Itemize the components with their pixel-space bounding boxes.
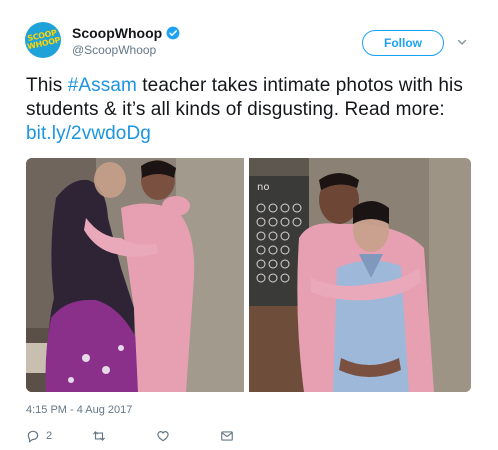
tweet-text-start: This [26,75,68,96]
photo-left-image [26,158,244,392]
chevron-down-icon[interactable] [456,36,468,48]
avatar[interactable]: SCOOP WHOOP [25,22,61,58]
tweet-text: This #Assam teacher takes intimate photo… [26,74,481,146]
avatar-logo-text: SCOOP WHOOP [26,28,61,52]
reply-icon [27,430,39,443]
display-name-text: ScoopWhoop [72,25,163,41]
direct-message-action[interactable] [220,429,234,443]
reply-count: 2 [46,430,53,442]
photo-right-image: no [249,158,471,392]
photo-right[interactable]: no [249,158,471,392]
heart-icon [157,431,169,442]
tweet-card: SCOOP WHOOP ScoopWhoop @ScoopWhoop Follo… [0,0,498,450]
tweet-timestamp[interactable]: 4:15 PM - 4 Aug 2017 [26,404,132,416]
chalkboard-text: no [257,182,269,193]
display-name[interactable]: ScoopWhoop [72,25,180,41]
reply-action[interactable]: 2 [26,429,52,443]
retweet-action[interactable] [92,429,112,443]
like-action[interactable] [156,429,176,443]
retweet-icon [93,431,105,441]
envelope-icon [221,431,233,441]
verified-badge-icon [166,26,180,40]
follow-button[interactable]: Follow [362,30,444,56]
account-handle[interactable]: @ScoopWhoop [72,43,156,57]
hashtag-link[interactable]: #Assam [68,75,137,96]
photo-left[interactable] [26,158,244,392]
article-link[interactable]: bit.ly/2vwdoDg [26,123,151,144]
